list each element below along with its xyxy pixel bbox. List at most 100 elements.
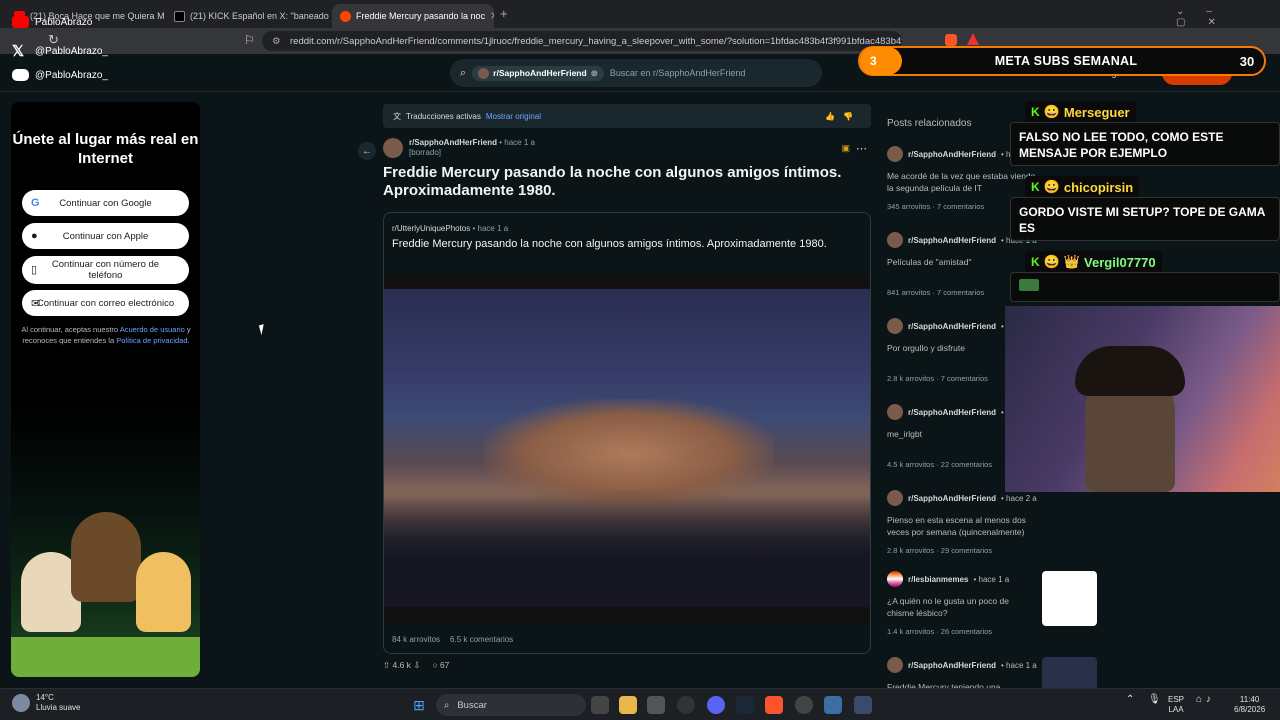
separator: · [934,546,941,555]
app-icon[interactable] [647,696,665,714]
chat-message: FALSO NO LEE TODO, COMO ESTE MENSAJE POR… [1010,122,1280,166]
crosspost-time: • hace 1 a [472,224,509,233]
legal-text: Al continuar, aceptas nuestro Acuerdo de… [21,324,191,346]
feedback-icons[interactable]: 👍👎 [825,112,861,121]
related-title[interactable]: Pienso en esta escena al menos dos veces… [887,514,1037,538]
sub-goal-target: 30 [1239,53,1255,69]
tray-chevron-icon[interactable]: ⌃ [1126,695,1134,705]
crosspost-subreddit[interactable]: r/UtterlyUniquePhotos [392,224,470,233]
file-explorer-icon[interactable] [619,696,637,714]
start-icon[interactable]: ⊞ [410,696,428,714]
tab-kick[interactable]: (21) KICK Español en X: "baneado de ✕ [166,4,330,28]
new-tab-icon[interactable]: + [500,6,508,21]
related-subreddit[interactable]: r/SapphoAndHerFriend [908,408,996,417]
comments-button[interactable]: ○ 67 [432,660,449,671]
downvote-icon[interactable]: ⇩ [413,660,420,670]
post-header: r/SapphoAndHerFriend • hace 1 a [borrado… [383,138,871,158]
clear-chip-icon[interactable]: ⊗ [591,68,598,79]
crosspost-card[interactable]: r/UtterlyUniquePhotos • hace 1 a Freddie… [383,212,871,654]
search-bar[interactable]: ⌕ r/SapphoAndHerFriend ⊗ Buscar en r/Sap… [450,59,822,87]
related-subreddit-avatar [887,571,903,587]
award-icon[interactable]: ▣ [841,143,850,154]
subreddit-avatar[interactable] [383,138,403,158]
legal-part: Al continuar, aceptas nuestro [21,325,120,334]
email-login-button[interactable]: ✉ Continuar con correo electrónico [22,290,189,316]
taskbar-search[interactable]: ⌕ Buscar [436,694,586,716]
bookmark-icon[interactable]: ⚐ [244,33,255,47]
google-login-button[interactable]: G Continuar con Google [22,190,189,216]
tab-label: Freddie Mercury pasando la noc [356,11,486,21]
subreddit-chip[interactable]: r/SapphoAndHerFriend ⊗ [472,65,604,81]
vote-group[interactable]: ⇧ 4.6 k ⇩ [383,660,420,671]
subreddit-chip-label: r/SapphoAndHerFriend [493,68,587,78]
post-subreddit[interactable]: r/SapphoAndHerFriend [409,138,497,147]
mic-icon[interactable]: 🎙 [1148,695,1161,705]
mouse-cursor-icon [258,322,272,336]
post-image[interactable] [384,275,870,623]
related-title[interactable]: Películas de "amistad" [887,256,1037,268]
related-subreddit-avatar [887,404,903,420]
related-subreddit[interactable]: r/lesbianmemes [908,575,968,584]
vote-count: 4.6 k [392,660,411,670]
upvote-icon[interactable]: ⇧ [383,660,390,670]
phone-login-button[interactable]: ▯ Continuar con número de teléfono [22,256,189,284]
related-title[interactable]: ¿A quién no le gusta un poco de chisme l… [887,595,1037,619]
related-comments: 29 comentarios [940,546,993,555]
more-options-icon[interactable]: ⋯ [856,142,867,155]
tab-reddit[interactable]: Freddie Mercury pasando la noc ✕ [332,4,494,28]
brave-shield-icon[interactable] [945,34,957,46]
related-subreddit-avatar [887,318,903,334]
related-votes: 1.4 k arrovitos [887,627,935,636]
weather-widget[interactable]: 14°C Lluvia suave [12,693,80,713]
related-subreddit[interactable]: r/SapphoAndHerFriend [908,494,996,503]
steam-icon[interactable] [736,696,754,714]
emote-icon: 😀 [1043,179,1060,194]
app-icon[interactable] [854,696,872,714]
clock-time: 11:40 [1239,695,1260,704]
url-field[interactable]: ⚙ reddit.com/r/SapphoAndHerFriend/commen… [262,31,902,51]
related-subreddit[interactable]: r/SapphoAndHerFriend [908,322,996,331]
kick-badge-icon: K [1031,105,1040,119]
clock[interactable]: 11:40 6/8/2026 [1234,695,1265,715]
discord-taskbar-icon[interactable] [707,696,725,714]
language-indicator[interactable]: ESP LAA [1168,695,1184,715]
task-view-icon[interactable] [591,696,609,714]
brave-icon[interactable] [765,696,783,714]
apple-login-button[interactable]: ● Continuar con Apple [22,223,189,249]
search-placeholder[interactable]: Buscar en r/SapphoAndHerFriend [610,68,746,78]
brave-rewards-icon[interactable] [967,33,979,45]
related-post-meta: r/SapphoAndHerFriend • hace 2 a [887,490,1097,506]
related-thumbnail[interactable] [1042,571,1097,626]
show-original-link[interactable]: Mostrar original [486,112,541,121]
emote-icon: 😀 [1043,254,1060,269]
app-icon[interactable] [824,696,842,714]
system-icons[interactable]: ⌂♪ [1196,695,1215,705]
email-login-label: Continuar con correo electrónico [36,297,175,309]
chat-user: Vergil07770 [1084,254,1156,270]
related-subreddit[interactable]: r/SapphoAndHerFriend [908,236,996,245]
user-agreement-link[interactable]: Acuerdo de usuario [120,325,185,334]
window-controls[interactable]: ⌄–▢✕ [1176,6,1280,28]
chat-user: Merseguer [1063,104,1130,120]
url-text: reddit.com/r/SapphoAndHerFriend/comments… [290,35,902,47]
related-subreddit[interactable]: r/SapphoAndHerFriend [908,661,996,670]
related-subreddit[interactable]: r/SapphoAndHerFriend [908,150,996,159]
discord-handle-text: @PabloAbrazo_ [35,69,108,81]
login-panel: Únete al lugar más real en Internet G Co… [11,102,200,677]
back-button[interactable]: ← [358,142,376,160]
chat-username: K 😀 👑 Vergil07770 [1025,251,1162,273]
related-votes: 2.8 k arrovitos [887,374,935,383]
taskbar-search-label: Buscar [457,699,487,711]
site-info-icon[interactable]: ⚙ [272,36,281,47]
weather-desc: Lluvia suave [36,703,81,712]
related-comments: 7 comentarios [937,202,985,211]
related-post[interactable]: r/lesbianmemes • hace 1 a ¿A quién no le g… [887,571,1097,636]
related-title[interactable]: Me acordé de la vez que estaba viendo la… [887,170,1037,194]
related-post[interactable]: r/SapphoAndHerFriend • hace 2 a Pienso en … [887,490,1097,555]
obs-icon[interactable] [677,696,695,714]
youtube-handle: PabloAbrazo [12,16,92,28]
streamer-hair [1075,346,1185,396]
privacy-policy-link[interactable]: Política de privacidad [116,336,187,345]
app-icon[interactable] [795,696,813,714]
close-tab-icon[interactable]: ✕ [490,11,494,22]
